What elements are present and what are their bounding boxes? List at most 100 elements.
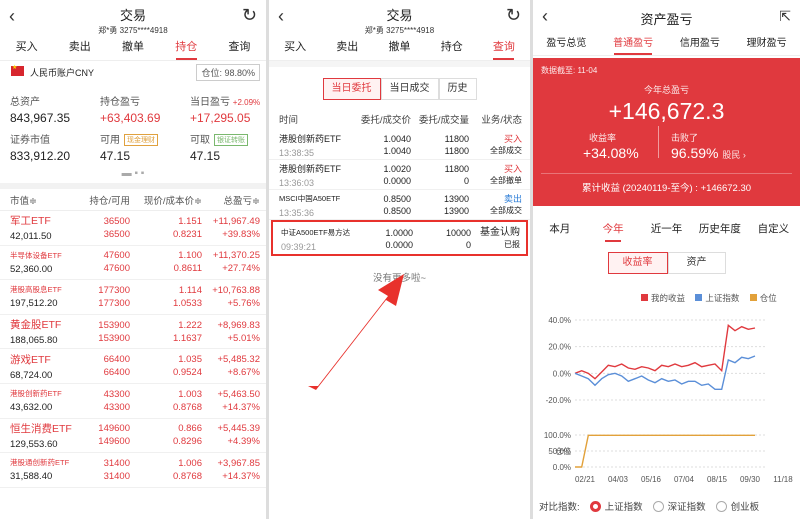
holding-cost: 0.8768	[172, 470, 202, 482]
holding-row[interactable]: 黄金股ETF 188,065.80 153900 153900 1.222 1.163…	[0, 315, 266, 350]
col-price[interactable]: 现价/成本价≑	[130, 193, 202, 207]
order-qty: 13900	[443, 194, 469, 204]
holding-mv: 52,360.00	[10, 263, 53, 275]
tab-positions[interactable]: 持仓	[426, 34, 478, 60]
holding-pct: +5.76%	[227, 297, 261, 309]
order-row[interactable]: MSCI中国A50ETF 13:35:36 0.8500 0.8500 13900 1…	[269, 190, 530, 220]
tab-history-years[interactable]: 历史年度	[693, 214, 746, 244]
tab-credit-pl[interactable]: 信用盈亏	[667, 32, 734, 55]
tab-custom[interactable]: 自定义	[747, 214, 800, 244]
order-row[interactable]: 中证A500ETF易方达 09:39:21 1.0000 0.0000 10000 0…	[271, 220, 528, 256]
holding-avail: 47600	[103, 263, 130, 275]
position-axis-label: 仓位	[555, 446, 571, 456]
tab-month[interactable]: 本月	[533, 214, 586, 244]
order-row[interactable]: 港股创新药ETF 13:36:03 1.0020 0.0000 11800 0 买入全…	[269, 160, 530, 190]
day-pl: +17,295.05	[190, 111, 251, 125]
tab-cancel[interactable]: 撤单	[106, 34, 159, 60]
beat-label: 击败了	[671, 133, 699, 143]
order-name: 港股创新药ETF	[279, 164, 341, 174]
order-time: 09:39:21	[281, 242, 317, 252]
holding-cost: 0.8611	[173, 263, 202, 275]
holding-row[interactable]: 半导体设备ETF 52,360.00 47600 47600 1.100 0.8611…	[0, 246, 266, 281]
legend-position: 仓位	[759, 293, 777, 303]
back-icon[interactable]: ‹	[9, 6, 15, 27]
cumulative-pl: 累计收益 (20240119-至今) : +146672.30	[581, 183, 752, 194]
holding-cost: 1.0533	[172, 297, 202, 309]
holding-pl: +11,967.49	[212, 215, 260, 227]
y-tick-label: 40.0%	[548, 316, 571, 325]
holding-row[interactable]: 港股高股息ETF 197,512.20 177300 177300 1.114 1.0…	[0, 280, 266, 315]
beat-value[interactable]: 96.59% 股民 ›	[671, 145, 746, 161]
col-mv[interactable]: 市值≑	[10, 193, 80, 207]
page-dots: ▬ ▪ ▪	[121, 168, 145, 179]
header: ‹ 资产盈亏 ⇱	[533, 0, 800, 32]
holding-qty: 43300	[103, 388, 130, 400]
holding-mv: 43,632.00	[10, 402, 53, 414]
holding-price: 1.035	[178, 354, 202, 366]
tab-today-orders[interactable]: 当日委托	[322, 78, 381, 100]
tab-history[interactable]: 历史	[438, 78, 477, 100]
tab-overview[interactable]: 盈亏总览	[533, 32, 600, 55]
tab-year[interactable]: 今年	[586, 214, 639, 244]
order-fill-qty: 0	[465, 240, 471, 250]
order-fill-qty: 0	[463, 176, 469, 186]
tab-query[interactable]: 查询	[213, 34, 266, 60]
tab-assets[interactable]: 资产	[667, 252, 726, 274]
holding-row[interactable]: 军工ETF 42,011.50 36500 36500 1.151 0.8231 +1…	[0, 211, 266, 246]
share-icon[interactable]: ⇱	[779, 8, 791, 25]
refresh-icon[interactable]: ↻	[242, 5, 257, 26]
refresh-icon[interactable]: ↻	[506, 5, 521, 26]
tab-wealth-pl[interactable]: 理财盈亏	[733, 32, 800, 55]
holding-row[interactable]: 港股通创新药ETF 31,588.40 31400 31400 1.006 0.876…	[0, 453, 266, 488]
tab-query[interactable]: 查询	[478, 34, 530, 60]
radio-chinext[interactable]	[715, 500, 727, 512]
tab-last-year[interactable]: 近一年	[640, 214, 693, 244]
metric-tabs: 收益率 资产	[533, 252, 800, 274]
order-status: 全部撤单	[490, 176, 522, 185]
holding-price: 1.100	[178, 250, 202, 262]
tab-normal-pl[interactable]: 普通盈亏	[600, 32, 667, 55]
tab-sell[interactable]: 卖出	[321, 34, 373, 60]
tab-buy[interactable]: 买入	[0, 34, 53, 60]
tab-positions[interactable]: 持仓	[160, 34, 213, 60]
holdings-header: 市值≑ 持仓/可用 现价/成本价≑ 总盈亏≑	[0, 189, 266, 211]
holding-mv: 129,553.60	[10, 438, 58, 450]
holding-price: 1.006	[178, 457, 202, 469]
radio-szse[interactable]	[652, 500, 664, 512]
summary: 总资产 持仓盈亏 当日盈亏 +2.09% 843,967.35 +63,403.…	[0, 83, 266, 163]
holding-mv: 188,065.80	[10, 335, 58, 347]
compare-sse-label: 上证指数	[604, 502, 643, 513]
tab-cancel[interactable]: 撤单	[373, 34, 425, 60]
holding-pl: +5,445.39	[217, 423, 260, 435]
tab-today-trades[interactable]: 当日成交	[380, 78, 439, 100]
annotation-arrow	[308, 274, 404, 390]
cash-mgmt-tag[interactable]: 现金理财	[124, 134, 158, 146]
col-pl[interactable]: 总盈亏≑	[202, 193, 260, 207]
back-icon[interactable]: ‹	[278, 6, 284, 27]
account-label: 人民币账户CNY	[30, 68, 95, 78]
holding-qty: 66400	[103, 354, 130, 366]
holding-pl: +5,463.50	[217, 388, 260, 400]
holding-row[interactable]: 游戏ETF 68,724.00 66400 66400 1.035 0.9524 +5…	[0, 349, 266, 384]
bank-transfer-tag[interactable]: 银证转账	[214, 134, 248, 146]
holding-row[interactable]: 恒生消费ETF 129,553.60 149600 149600 0.866 0.82…	[0, 419, 266, 454]
radio-sse[interactable]	[589, 500, 601, 512]
tab-sell[interactable]: 卖出	[53, 34, 106, 60]
order-qty: 11800	[444, 134, 469, 144]
back-icon[interactable]: ‹	[542, 6, 548, 27]
order-time: 13:36:03	[279, 178, 315, 188]
data-date: 数据截至: 11-04	[541, 66, 598, 75]
tab-buy[interactable]: 买入	[269, 34, 321, 60]
order-fill-price: 0.0000	[383, 176, 411, 186]
header: ‹ 交易 郑*勇 3275****4918 ↻	[0, 0, 266, 35]
order-price: 1.0020	[383, 164, 411, 174]
market-value: 833,912.20	[10, 149, 71, 163]
holding-name: 游戏ETF	[10, 353, 51, 366]
query-subtabs: 当日委托 当日成交 历史	[269, 78, 530, 100]
holding-row[interactable]: 港股创新药ETF 43,632.00 43300 43300 1.003 0.8768…	[0, 384, 266, 419]
page-title: 交易	[386, 8, 413, 23]
holding-avail: 177300	[98, 297, 130, 309]
tab-return-rate[interactable]: 收益率	[607, 252, 668, 274]
order-row[interactable]: 港股创新药ETF 13:38:35 1.0040 1.0040 11800 11800…	[269, 130, 530, 160]
holding-cost: 0.8231	[172, 228, 202, 240]
